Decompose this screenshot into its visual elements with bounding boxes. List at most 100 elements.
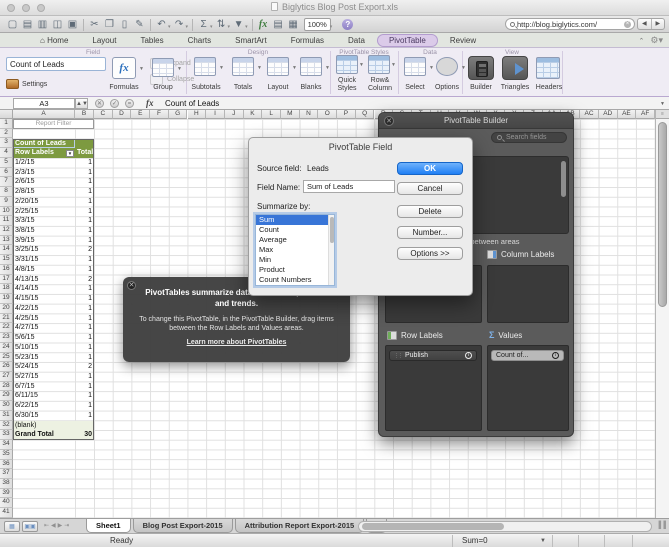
summarize-option-count-numbers[interactable]: Count Numbers [256,275,334,285]
row-header-32[interactable]: 32 [0,420,13,431]
list-scrollbar[interactable] [328,215,334,285]
row-header-9[interactable]: 9 [0,196,13,207]
ribbon-tab-tables[interactable]: Tables [128,35,175,46]
values-zone[interactable]: Count of... i [487,345,569,431]
totals-button[interactable]: Totals [226,84,260,91]
sheet-tab-scroll-arrows[interactable]: ⇤◀▶⇥ [44,522,71,529]
row-header-17[interactable]: 17 [0,274,13,285]
cell-blank-value[interactable] [75,420,94,431]
group-button[interactable]: Group [144,84,182,91]
cell-A25[interactable]: 5/23/15 [13,353,75,363]
row-header-12[interactable]: 12 [0,226,13,236]
cell-B12[interactable]: 1 [75,226,94,236]
templates-icon[interactable]: ▥ [35,17,50,33]
delete-button[interactable]: Delete [397,205,463,218]
cell-B20[interactable]: 1 [75,304,94,314]
insert-function-icon[interactable]: fx [256,17,271,33]
filter-icon[interactable]: ▼ [231,17,246,33]
cell-A30[interactable]: 6/22/15 [13,401,75,411]
filter-dropdown-icon[interactable]: ▼ [66,149,74,157]
column-header-M[interactable]: M [281,110,300,119]
cell-A23[interactable]: 5/6/15 [13,333,75,343]
cell-A14[interactable]: 3/25/15 [13,245,75,255]
cell-B16[interactable]: 1 [75,265,94,275]
formula-content[interactable]: Count of Leads [165,99,219,108]
select-icon[interactable] [404,57,426,76]
equals-icon[interactable]: = [125,99,134,108]
cut-icon[interactable]: ✂ [87,17,102,33]
cell-grand-total-value[interactable]: 30 [75,430,94,441]
summarize-option-average[interactable]: Average [256,235,334,245]
sheet-tab-sheet1[interactable]: Sheet1 [86,519,131,533]
cell-A13[interactable]: 3/9/15 [13,236,75,246]
cell-A19[interactable]: 4/15/15 [13,294,75,304]
ribbon-tab-layout[interactable]: Layout [80,35,128,46]
builder-title-bar[interactable]: ✕ PivotTable Builder [379,113,573,129]
row-header-7[interactable]: 7 [0,177,13,188]
filter-icon-dropdown[interactable]: ▾ [245,24,248,30]
sheet-tab-blog-post-export-2015[interactable]: Blog Post Export-2015 [132,519,233,533]
row-header-24[interactable]: 24 [0,342,13,353]
name-box-stepper[interactable]: ▲▼ [75,98,88,109]
open-workbook-icon[interactable]: ▤ [20,17,35,33]
form-icon[interactable]: ▤ [271,17,286,33]
cell-B27[interactable]: 1 [75,372,94,382]
column-header-J[interactable]: J [224,110,244,119]
cell-A22[interactable]: 4/27/15 [13,323,75,333]
cell-A8[interactable]: 2/8/15 [13,187,75,197]
ok-button[interactable]: OK [397,162,463,175]
value-pill[interactable]: Count of... i [491,350,564,361]
zoom-dropdown-icon[interactable]: ▾ [330,24,333,30]
row-header-33[interactable]: 33 [0,430,13,441]
column-header-A[interactable]: A [13,110,75,119]
learn-more-link[interactable]: Learn more about PivotTables [123,339,350,346]
quick-styles-button[interactable]: Quick Styles [330,77,364,92]
cell-B13[interactable]: 1 [75,236,94,246]
row-header-41[interactable]: 41 [0,508,13,518]
row-header-22[interactable]: 22 [0,323,13,334]
settings-button[interactable]: Settings [22,81,47,88]
ribbon-tab-pivottable[interactable]: PivotTable [376,33,438,47]
summarize-option-product[interactable]: Product [256,265,334,275]
cell-A15[interactable]: 3/31/15 [13,255,75,265]
cell-B25[interactable]: 1 [75,353,94,363]
row-header-18[interactable]: 18 [0,284,13,295]
options-gear-icon[interactable] [436,57,458,76]
search-field[interactable]: × [505,18,635,30]
cell-B18[interactable]: 1 [75,284,94,294]
cell-A9[interactable]: 2/20/15 [13,197,75,207]
new-document-icon[interactable]: ▢ [5,17,20,33]
row-header-4[interactable]: 4 [0,148,13,158]
column-header-Q[interactable]: Q [355,110,375,119]
row-column-button[interactable]: Row& Column [364,77,396,92]
cell-B10[interactable]: 1 [75,207,94,217]
cell-A20[interactable]: 4/22/15 [13,304,75,314]
column-header-I[interactable]: I [206,110,225,119]
cell-B30[interactable]: 1 [75,401,94,411]
help-icon[interactable]: ? [342,19,354,30]
options-button[interactable]: Options >> [397,247,463,260]
cell-A4-row-labels[interactable]: Row Labels ▼ [13,148,75,158]
ribbon-tab-review[interactable]: Review [438,35,488,46]
cell-B31[interactable]: 1 [75,411,94,421]
paste-icon[interactable]: ▯ [117,17,132,33]
search-input[interactable] [517,19,624,29]
horizontal-scrollbar-thumb[interactable] [362,523,504,530]
quick-styles-icon[interactable] [336,55,358,74]
cell-A28[interactable]: 6/7/15 [13,382,75,392]
row-header-23[interactable]: 23 [0,333,13,343]
row-header-35[interactable]: 35 [0,449,13,460]
row-header-21[interactable]: 21 [0,313,13,324]
cell-A6[interactable]: 2/3/15 [13,168,75,178]
builder-close-icon[interactable]: ✕ [384,116,394,126]
cell-A24[interactable]: 5/10/15 [13,343,75,353]
cell-A11[interactable]: 3/3/15 [13,216,75,226]
row-header-11[interactable]: 11 [0,216,13,227]
summarize-option-count[interactable]: Count [256,225,334,235]
cell-B26[interactable]: 2 [75,362,94,372]
row-header-10[interactable]: 10 [0,206,13,217]
horizontal-scrollbar[interactable] [358,521,652,532]
print-icon[interactable]: ▣ [65,17,80,33]
cell-B14[interactable]: 2 [75,245,94,255]
name-box[interactable]: A3 [13,98,75,109]
